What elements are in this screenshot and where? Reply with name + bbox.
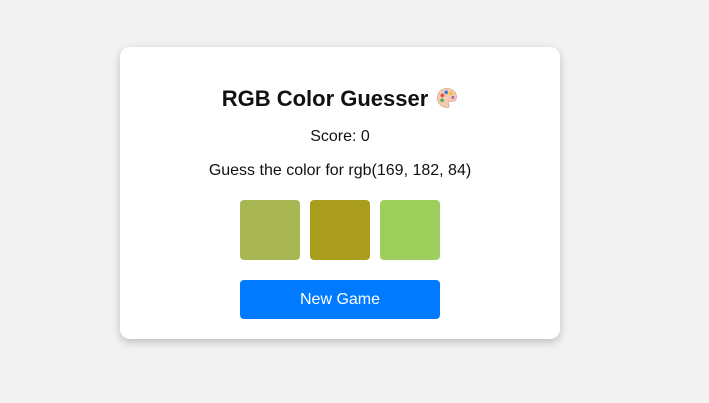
color-option-1[interactable] [240, 200, 300, 260]
game-card: RGB Color Guesser Score: 0 Guess the col… [120, 47, 560, 339]
game-title-row: RGB Color Guesser [120, 84, 560, 114]
color-options [240, 200, 440, 260]
color-option-2[interactable] [310, 200, 370, 260]
game-title: RGB Color Guesser [221, 86, 429, 111]
new-game-button[interactable]: New Game [240, 280, 440, 319]
palette-icon [436, 87, 458, 109]
score-text: Score: 0 [310, 128, 370, 145]
color-prompt: Guess the color for rgb(169, 182, 84) [208, 162, 472, 179]
color-option-3[interactable] [380, 200, 440, 260]
